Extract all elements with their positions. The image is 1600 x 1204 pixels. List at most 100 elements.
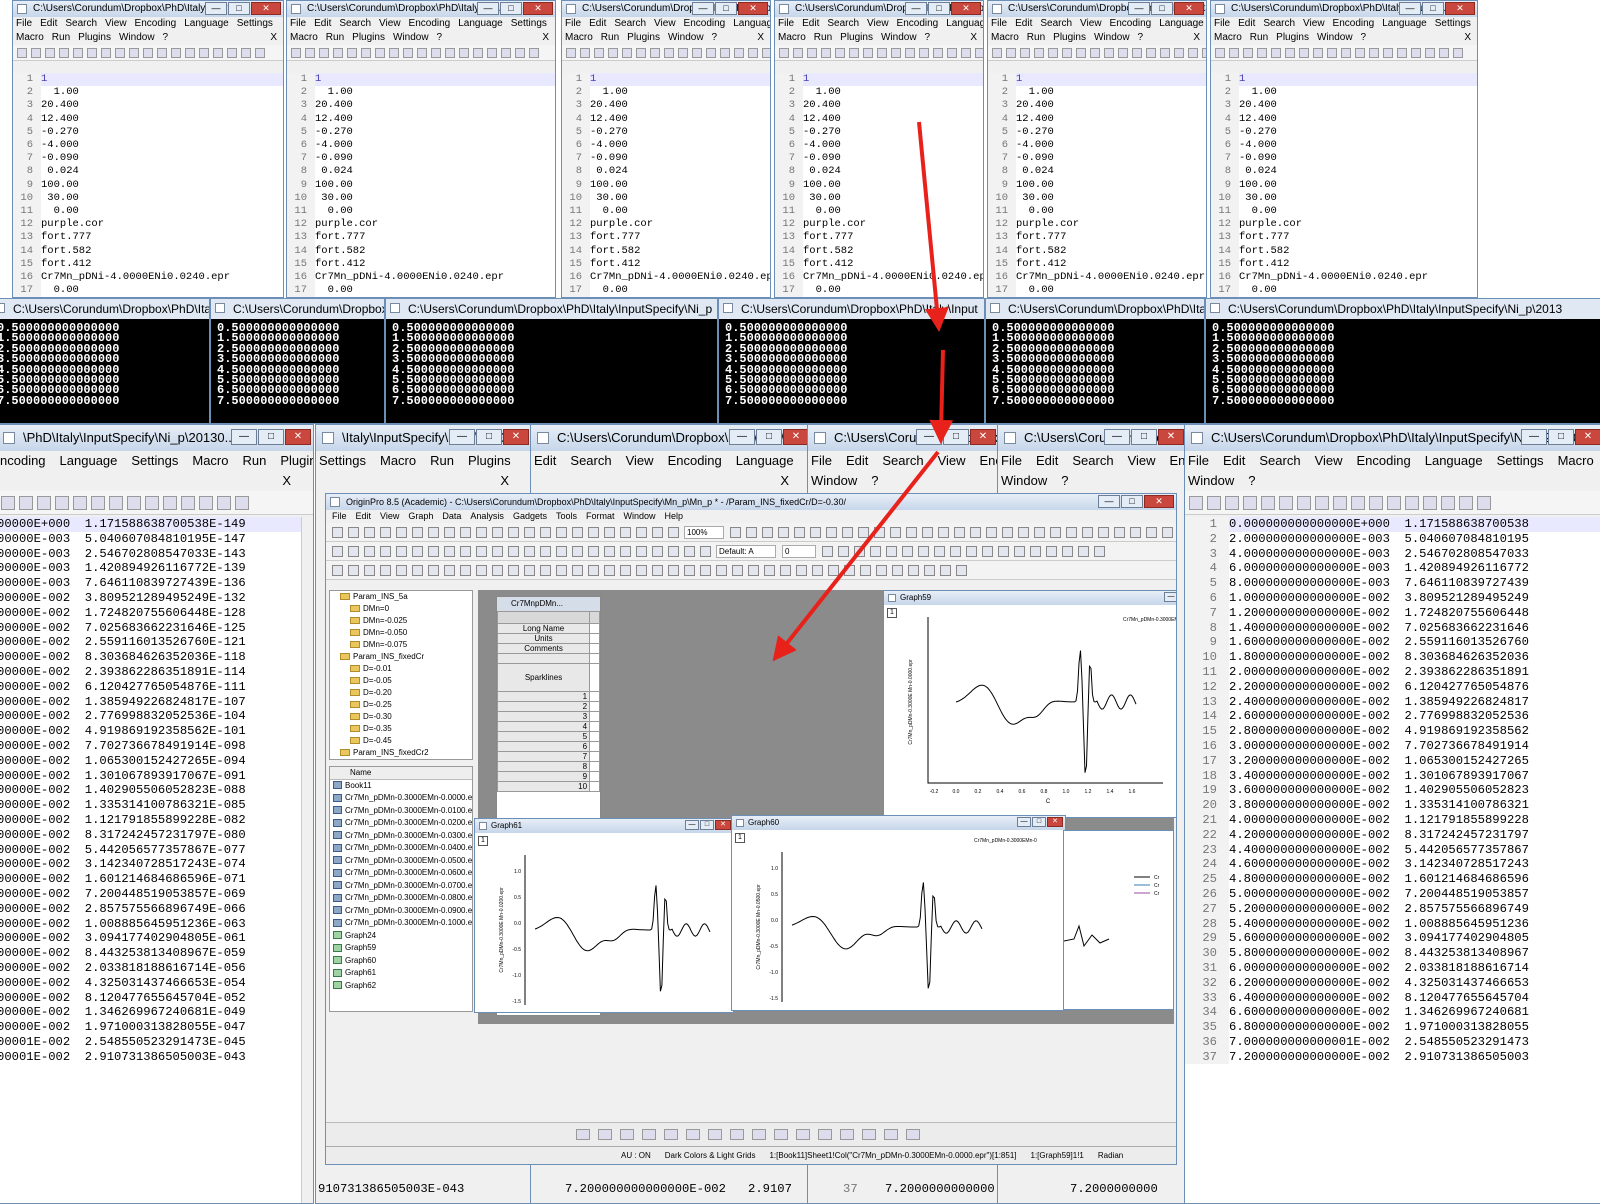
- toolbar-button-icon[interactable]: [91, 495, 105, 510]
- tree-folder[interactable]: D=-0.25: [330, 699, 472, 711]
- layer-number[interactable]: 1: [478, 836, 488, 846]
- toolbar-button-icon[interactable]: [380, 564, 391, 576]
- menu-item[interactable]: Plugins: [627, 32, 660, 43]
- close-document-icon[interactable]: X: [542, 31, 549, 45]
- toolbar-button-icon[interactable]: [620, 545, 631, 557]
- font-size-select[interactable]: 0: [782, 544, 816, 558]
- toolbar-button-icon[interactable]: [460, 545, 471, 557]
- toolbar-button-icon[interactable]: [1104, 47, 1114, 58]
- maximize-icon[interactable]: □: [476, 429, 502, 445]
- menu-item[interactable]: ?: [437, 32, 443, 43]
- toolbar-button-icon[interactable]: [19, 495, 33, 510]
- toolbar-button-icon[interactable]: [862, 1129, 876, 1140]
- toolbar-button-icon[interactable]: [1243, 47, 1253, 58]
- plot-area[interactable]: Cr7Mn_pDMn-0.3000E Mn-0.0000.epr C -0.2 0.0…: [898, 607, 1177, 807]
- toolbar-button-icon[interactable]: [540, 564, 551, 576]
- menu-item[interactable]: File: [1001, 453, 1022, 468]
- title-bar[interactable]: C:\Users\Corundum\Dropbox\PhD\Italy: [986, 299, 1204, 319]
- code-area[interactable]: 00000E+000 1.171588638700538E-149 00000E-…: [0, 517, 313, 1203]
- toolbar-button-icon[interactable]: [163, 495, 177, 510]
- tree-folder[interactable]: D=-0.30: [330, 711, 472, 723]
- toolbar-button-icon[interactable]: [1225, 495, 1239, 510]
- toolbar-button-icon[interactable]: [828, 564, 839, 576]
- toolbar-button-icon[interactable]: [886, 545, 897, 557]
- menu-item[interactable]: Edit: [846, 453, 868, 468]
- close-icon[interactable]: ✕: [1144, 495, 1174, 508]
- minimize-icon[interactable]: —: [1399, 2, 1421, 15]
- menu-item[interactable]: Edit: [1036, 453, 1058, 468]
- file-item[interactable]: Cr7Mn_pDMn-0.3000EMn-0.0300.epr: [330, 830, 472, 843]
- toolbar-button-icon[interactable]: [652, 545, 663, 557]
- toolbar-button-icon[interactable]: [622, 47, 632, 58]
- toolbar-button-icon[interactable]: [1383, 47, 1393, 58]
- menu-item[interactable]: Language: [736, 453, 794, 468]
- toolbar-button-icon[interactable]: [576, 1129, 590, 1140]
- toolbar-button-icon[interactable]: [291, 47, 301, 58]
- toolbar-button-icon[interactable]: [396, 526, 407, 538]
- toolbar-button-icon[interactable]: [348, 526, 359, 538]
- toolbar-button-icon[interactable]: [305, 47, 315, 58]
- toolbar-button-icon[interactable]: [217, 495, 231, 510]
- file-item[interactable]: Graph59: [330, 942, 472, 955]
- menu-item[interactable]: Search: [1072, 453, 1113, 468]
- toolbar-button-icon[interactable]: [1453, 47, 1463, 58]
- menu-item[interactable]: Window: [1094, 32, 1130, 43]
- toolbar-button-icon[interactable]: [1285, 47, 1295, 58]
- menu-item[interactable]: Edit: [1015, 18, 1032, 29]
- toolbar-button-icon[interactable]: [708, 1129, 722, 1140]
- tree-folder[interactable]: DMn=-0.050: [330, 627, 472, 639]
- code-area[interactable]: 112 1.00 3 20.400 4 12.400 5 -0.270 6 -4.000 7 -0.…: [1211, 73, 1477, 297]
- menu-item[interactable]: Settings: [131, 453, 178, 468]
- toolbar-button-icon[interactable]: [1098, 526, 1109, 538]
- close-icon[interactable]: ✕: [1047, 817, 1063, 827]
- title-bar[interactable]: Graph59 —□✕: [884, 591, 1176, 605]
- menu-item[interactable]: Language: [1159, 18, 1204, 29]
- toolbar-button-icon[interactable]: [906, 526, 917, 538]
- menu-item[interactable]: Edit: [589, 18, 606, 29]
- file-item[interactable]: Cr7Mn_pDMn-0.3000EMn-0.1000.epr: [330, 917, 472, 930]
- minimize-icon[interactable]: —: [905, 2, 927, 15]
- code-area[interactable]: 112 1.00 3 20.400 4 12.400 5 -0.270 6 -4.000 7 -0.…: [775, 73, 983, 297]
- toolbar-button-icon[interactable]: [524, 564, 535, 576]
- toolbar-button-icon[interactable]: [73, 47, 83, 58]
- toolbar-button-icon[interactable]: [1034, 47, 1044, 58]
- toolbar-button-icon[interactable]: [778, 526, 789, 538]
- toolbar-button-icon[interactable]: [608, 47, 618, 58]
- toolbar-button-icon[interactable]: [746, 526, 757, 538]
- toolbar-button-icon[interactable]: [779, 47, 789, 58]
- toolbar-button-icon[interactable]: [476, 564, 487, 576]
- title-bar[interactable]: C:\Users\Corundum\Dropbox\PhD\Italy\Inpu…: [287, 1, 555, 17]
- toolbar-button-icon[interactable]: [431, 47, 441, 58]
- toolbar-button-icon[interactable]: [1369, 495, 1383, 510]
- toolbar-button-icon[interactable]: [459, 47, 469, 58]
- menu-item[interactable]: ?: [1361, 32, 1367, 43]
- toolbar-button-icon[interactable]: [319, 47, 329, 58]
- toolbar-button-icon[interactable]: [924, 564, 935, 576]
- close-document-icon[interactable]: X: [757, 31, 764, 45]
- toolbar-button-icon[interactable]: [1313, 47, 1323, 58]
- toolbar-button-icon[interactable]: [684, 564, 695, 576]
- toolbar-button-icon[interactable]: [1094, 545, 1105, 557]
- toolbar-button-icon[interactable]: [428, 526, 439, 538]
- maximize-icon[interactable]: □: [228, 2, 250, 15]
- minimize-icon[interactable]: —: [916, 429, 942, 445]
- toolbar-button-icon[interactable]: [858, 526, 869, 538]
- menu-item[interactable]: Macro: [778, 32, 806, 43]
- menu-item[interactable]: Search: [65, 18, 97, 29]
- toolbar-button-icon[interactable]: [492, 526, 503, 538]
- menu-item[interactable]: Edit: [314, 18, 331, 29]
- toolbar-button-icon[interactable]: [417, 47, 427, 58]
- toolbar-button-icon[interactable]: [970, 526, 981, 538]
- toolbar-button-icon[interactable]: [1271, 47, 1281, 58]
- toolbar-button-icon[interactable]: [940, 564, 951, 576]
- toolbar-button-icon[interactable]: [918, 545, 929, 557]
- toolbar-button-icon[interactable]: [598, 1129, 612, 1140]
- toolbar-button-icon[interactable]: [255, 47, 265, 58]
- toolbar-button-icon[interactable]: [1034, 526, 1045, 538]
- minimize-icon[interactable]: —: [729, 429, 755, 445]
- menu-item[interactable]: Macro: [1214, 32, 1242, 43]
- toolbar-button-icon[interactable]: [515, 47, 525, 58]
- maximize-icon[interactable]: □: [1131, 429, 1157, 445]
- toolbar-button-icon[interactable]: [389, 47, 399, 58]
- toolbar-button-icon[interactable]: [1411, 47, 1421, 58]
